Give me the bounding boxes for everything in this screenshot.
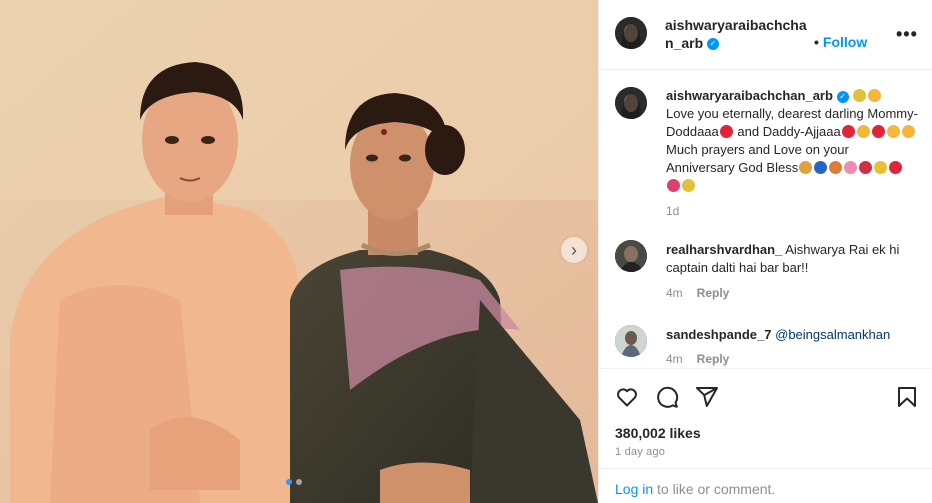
login-prompt-text: to like or comment. — [653, 481, 776, 497]
evil-eye-emoji-icon — [814, 161, 828, 174]
couple-photo — [0, 0, 598, 503]
follow-group: • Follow — [814, 34, 867, 50]
comment-text: sandeshpande_7 @beingsalmankhan — [666, 326, 918, 344]
comment-icon[interactable] — [655, 385, 679, 409]
caption-username[interactable]: aishwaryaraibachchan_arb — [666, 88, 833, 103]
carousel-dots — [286, 479, 302, 485]
comment-meta: 4m Reply — [666, 352, 729, 366]
star-struck-emoji-icon — [856, 125, 870, 138]
mention-link[interactable]: @beingsalmankhan — [775, 327, 890, 342]
carousel-dot — [296, 479, 302, 485]
heart-emoji-icon — [719, 125, 733, 138]
reply-button[interactable]: Reply — [697, 352, 730, 366]
comment-time: 4m — [666, 286, 683, 300]
login-footer: Log in to like or comment. — [599, 468, 932, 503]
folded-hands-emoji-icon — [799, 161, 813, 174]
rose-emoji-icon — [859, 161, 873, 174]
bookmark-icon[interactable] — [895, 385, 919, 409]
caption-text-part: and Daddy-Ajjaaa — [733, 124, 841, 139]
smiling-hearts-emoji-icon — [868, 89, 882, 102]
reply-button[interactable]: Reply — [697, 286, 730, 300]
comment-username[interactable]: sandeshpande_7 — [666, 327, 772, 342]
sparkle-emoji-icon — [682, 179, 695, 192]
heart-emoji-icon — [667, 179, 680, 192]
post-date[interactable]: 1 day ago — [615, 446, 665, 458]
heart-emoji-icon — [841, 125, 855, 138]
caption-text: aishwaryaraibachchan_arb ✓ Love you eter… — [666, 87, 918, 195]
verified-icon: ✓ — [707, 38, 720, 51]
heart-icon[interactable] — [615, 385, 639, 409]
more-icon[interactable]: ••• — [896, 24, 918, 45]
avatar[interactable] — [615, 17, 647, 49]
avatar[interactable] — [615, 87, 647, 119]
heart-emoji-icon — [889, 161, 903, 174]
action-bar — [599, 368, 932, 423]
comment-username[interactable]: realharshvardhan_ — [666, 242, 782, 257]
smiling-hearts-emoji-icon — [901, 125, 915, 138]
follow-button[interactable]: Follow — [823, 34, 867, 50]
sparkle-emoji-icon — [874, 161, 888, 174]
post-username[interactable]: aishwaryaraibachchan_arb ✓ — [665, 16, 810, 52]
carousel-next-button[interactable]: › — [561, 237, 587, 263]
likes-count[interactable]: 380,002 likes — [615, 425, 701, 441]
post-photo[interactable]: › — [0, 0, 598, 503]
sparkle-emoji-icon — [853, 89, 867, 102]
comments-list[interactable]: aishwaryaraibachchan_arb ✓ Love you eter… — [599, 71, 932, 367]
caption-time: 1d — [666, 204, 680, 218]
comment-text: realharshvardhan_ Aishwarya Rai ek hi ca… — [666, 241, 918, 277]
flower-emoji-icon — [844, 161, 858, 174]
login-link[interactable]: Log in — [615, 481, 653, 497]
avatar[interactable] — [615, 240, 647, 272]
post-header: aishwaryaraibachchan_arb ✓ • Follow ••• — [599, 0, 932, 70]
share-icon[interactable] — [695, 385, 719, 409]
bouquet-emoji-icon — [829, 161, 843, 174]
heart-emoji-icon — [871, 125, 885, 138]
avatar[interactable] — [615, 325, 647, 357]
chevron-right-icon: › — [571, 240, 577, 260]
verified-icon: ✓ — [836, 90, 849, 103]
separator-dot: • — [814, 34, 819, 50]
kiss-emoji-icon — [886, 125, 900, 138]
comment-meta: 4m Reply — [666, 286, 729, 300]
post-sidebar: aishwaryaraibachchan_arb ✓ • Follow ••• a… — [598, 0, 932, 503]
comment-time: 4m — [666, 352, 683, 366]
carousel-dot — [286, 479, 292, 485]
login-prompt: Log in to like or comment. — [615, 481, 775, 497]
